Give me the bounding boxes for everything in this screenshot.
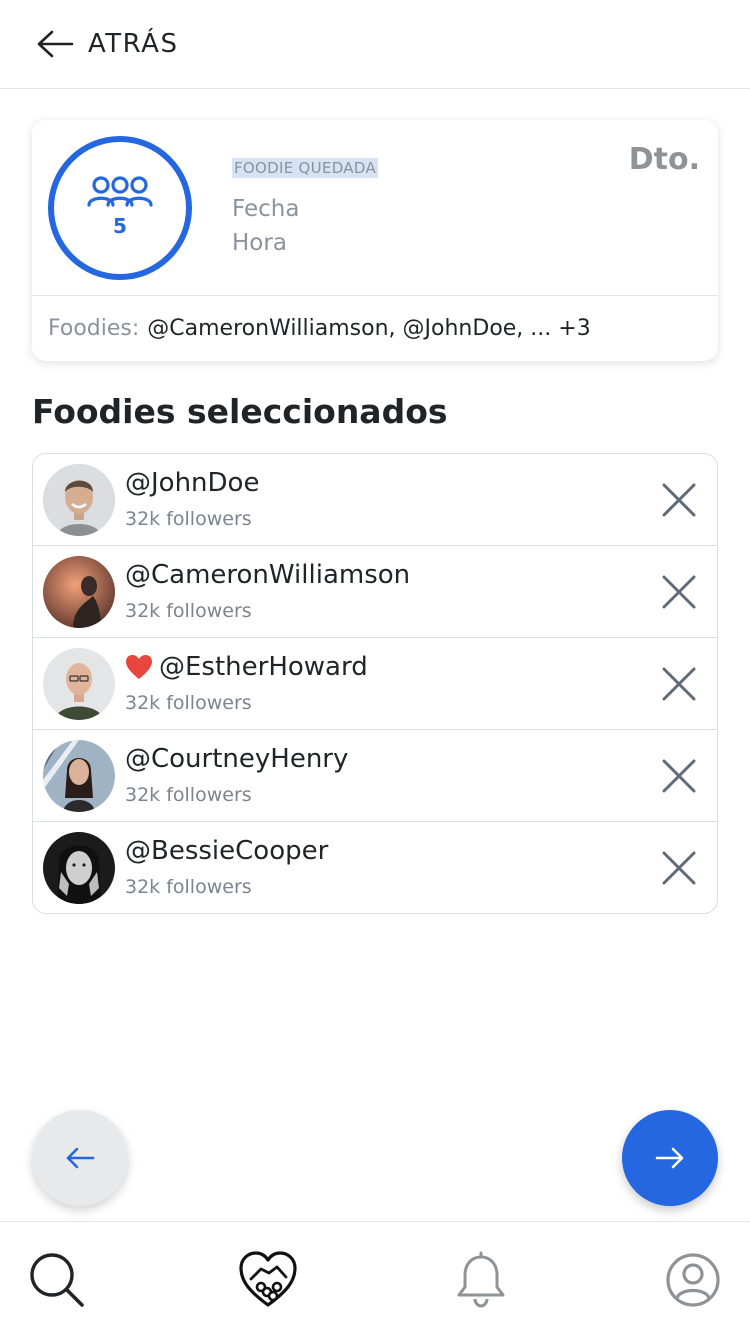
avatar: [43, 648, 115, 720]
list-item: @BessieCooper 32k followers: [33, 822, 717, 913]
nav-profile[interactable]: [663, 1250, 723, 1310]
header: ATRÁS: [0, 0, 750, 89]
remove-foodie-button[interactable]: [661, 850, 697, 886]
close-icon: [662, 851, 696, 885]
list-item: @CameronWilliamson 32k followers: [33, 546, 717, 638]
event-summary-card: 5 FOODIE QUEDADA Fecha Hora Dto. Foodies…: [32, 120, 718, 361]
remove-foodie-button[interactable]: [661, 574, 697, 610]
selected-foodies-list: @JohnDoe 32k followers @CameronWilliamso…: [32, 453, 718, 914]
close-icon: [662, 575, 696, 609]
avatar: [43, 832, 115, 904]
avatar: [43, 740, 115, 812]
back-button[interactable]: ATRÁS: [36, 29, 178, 59]
previous-step-button[interactable]: [32, 1110, 128, 1206]
followers-count: 32k followers: [125, 876, 252, 898]
event-location: Dto.: [628, 142, 700, 177]
close-icon: [662, 759, 696, 793]
list-item: @CourtneyHenry 32k followers: [33, 730, 717, 822]
nav-search[interactable]: [27, 1250, 87, 1310]
event-date: Fecha: [232, 196, 300, 222]
arrow-left-icon: [37, 30, 74, 58]
close-icon: [662, 667, 696, 701]
followers-count: 32k followers: [125, 508, 252, 530]
section-title: Foodies seleccionados: [32, 392, 448, 431]
search-icon: [30, 1253, 84, 1307]
event-time: Hora: [232, 230, 287, 256]
foodies-names: @CameronWilliamson, @JohnDoe, ... +3: [147, 316, 591, 341]
foodie-handle: @EstherHoward: [125, 652, 368, 682]
remove-foodie-button[interactable]: [661, 758, 697, 794]
bottom-nav: [0, 1221, 750, 1334]
handshake-heart-icon: [239, 1251, 297, 1307]
bell-icon: [457, 1251, 505, 1308]
group-icon: [87, 176, 153, 207]
list-item: @EstherHoward 32k followers: [33, 638, 717, 730]
back-label: ATRÁS: [88, 29, 179, 59]
foodies-label: Foodies:: [48, 316, 140, 341]
remove-foodie-button[interactable]: [661, 482, 697, 518]
list-item: @JohnDoe 32k followers: [33, 454, 717, 546]
group-count: 5: [113, 214, 127, 238]
arrow-left-icon: [66, 1147, 95, 1169]
card-divider: [32, 295, 718, 296]
arrow-right-icon: [655, 1147, 684, 1169]
followers-count: 32k followers: [125, 784, 252, 806]
nav-notifications[interactable]: [451, 1250, 511, 1310]
event-type-label: FOODIE QUEDADA: [232, 158, 379, 178]
nav-meetups[interactable]: [238, 1250, 298, 1310]
remove-foodie-button[interactable]: [661, 666, 697, 702]
foodies-summary: Foodies: @CameronWilliamson, @JohnDoe, ..…: [48, 316, 591, 341]
foodie-handle: @CameronWilliamson: [125, 560, 411, 590]
followers-count: 32k followers: [125, 600, 252, 622]
group-count-badge: 5: [48, 136, 192, 280]
avatar: [43, 464, 115, 536]
followers-count: 32k followers: [125, 692, 252, 714]
close-icon: [662, 483, 696, 517]
foodie-handle: @JohnDoe: [125, 468, 260, 498]
foodie-handle: @CourtneyHenry: [125, 744, 349, 774]
next-step-button[interactable]: [622, 1110, 718, 1206]
profile-icon: [666, 1253, 720, 1307]
foodie-handle: @BessieCooper: [125, 836, 329, 866]
heart-icon: [126, 655, 152, 679]
avatar: [43, 556, 115, 628]
